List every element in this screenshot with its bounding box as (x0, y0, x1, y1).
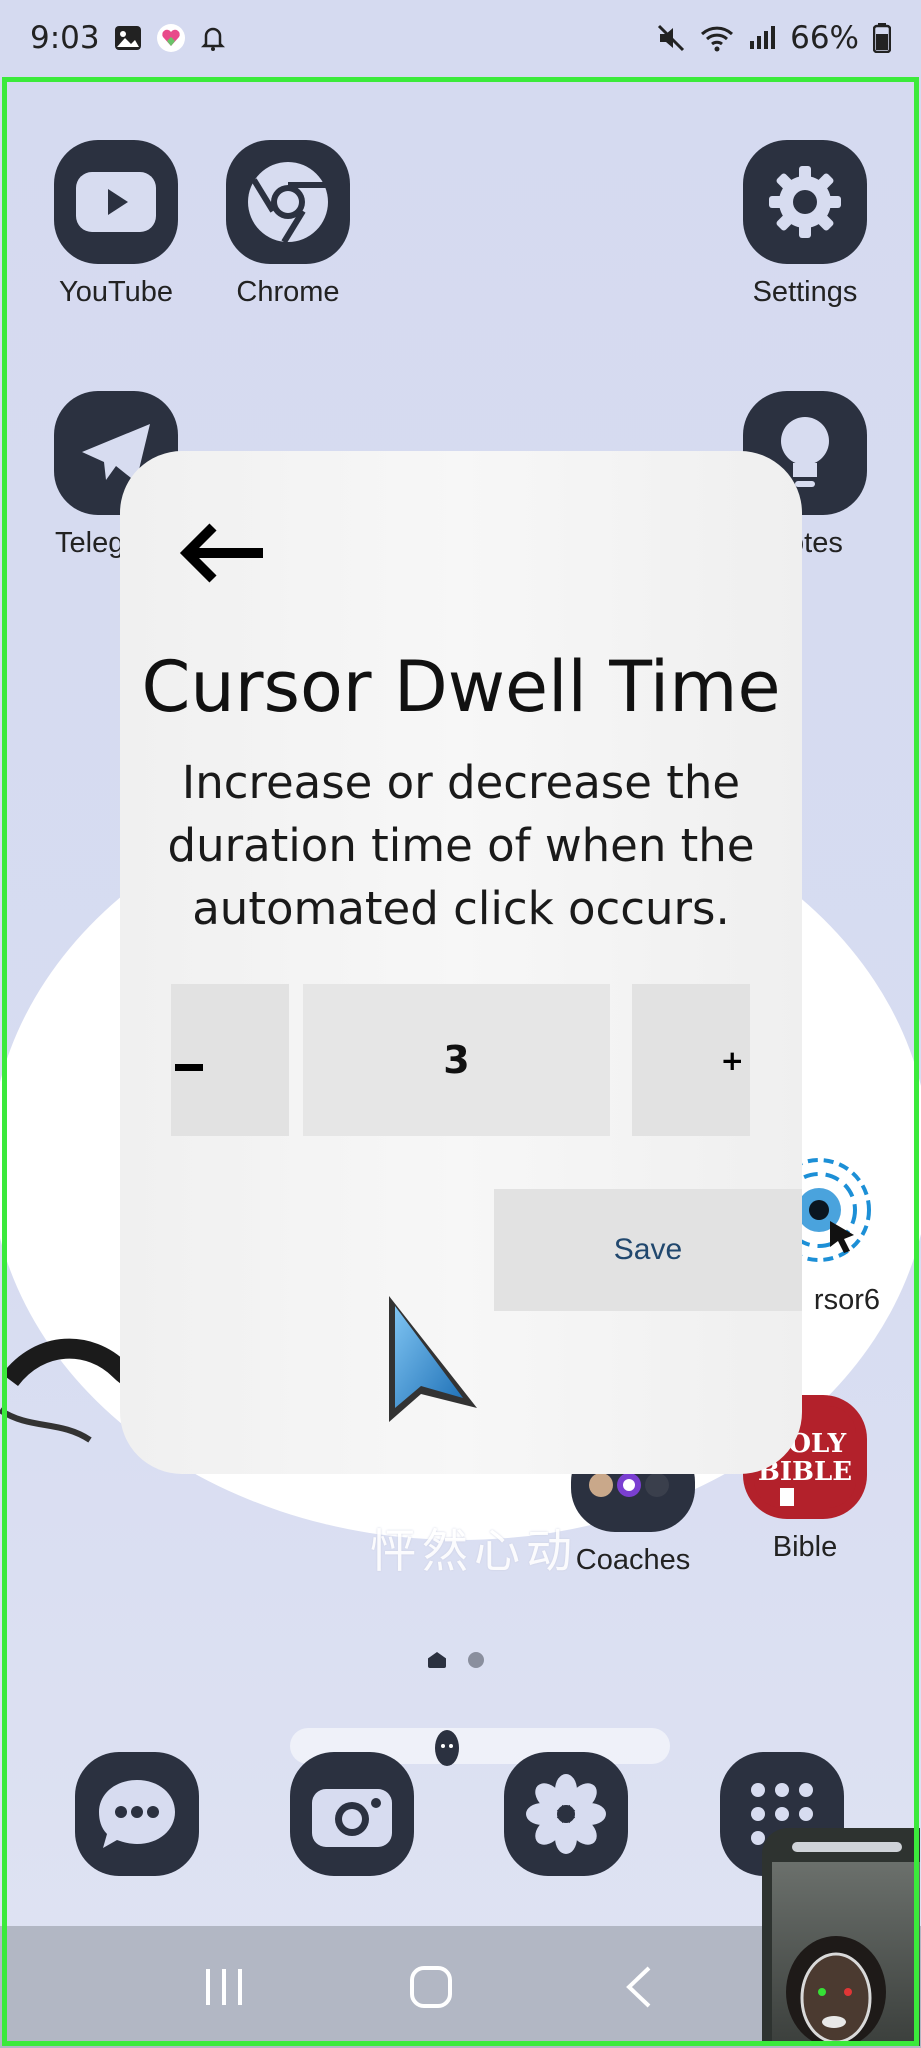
increase-button[interactable]: + (632, 984, 750, 1136)
dock-gallery[interactable] (481, 1752, 651, 1876)
chrome-icon (226, 140, 350, 264)
app-label: Coaches (575, 1544, 691, 1576)
dialog-title: Cursor Dwell Time (141, 646, 781, 728)
drop-icon (435, 1730, 459, 1766)
page-indicator[interactable] (428, 1652, 484, 1668)
back-button[interactable] (172, 513, 272, 593)
back-nav-icon (625, 1966, 650, 2008)
back-arrow-icon (179, 523, 263, 583)
app-label: Bible (772, 1531, 838, 1563)
cursor-pointer-icon (389, 1296, 477, 1422)
home-button[interactable] (391, 1947, 471, 2027)
battery-icon (873, 23, 891, 53)
dwell-time-value: 3 (303, 984, 610, 1136)
camera-drag-handle[interactable] (792, 1842, 902, 1852)
app-settings[interactable]: Settings (720, 140, 890, 309)
camera-icon (290, 1752, 414, 1876)
app-label: YouTube (59, 276, 173, 308)
app-youtube[interactable]: YouTube (31, 140, 201, 309)
back-nav-button[interactable] (598, 1947, 678, 2027)
home-page-dot (428, 1652, 446, 1668)
gear-icon (743, 140, 867, 264)
chat-heart-icon (156, 23, 186, 53)
app-label: Chrome (236, 276, 340, 308)
decrease-button[interactable] (171, 984, 289, 1136)
save-button[interactable]: Save (494, 1189, 802, 1311)
message-bubble-icon (75, 1752, 199, 1876)
status-time: 9:03 (30, 20, 100, 56)
recents-nav-icon (205, 1969, 242, 2005)
page-dot (468, 1652, 484, 1668)
gallery-icon (114, 25, 142, 51)
dock-messages[interactable] (52, 1752, 222, 1876)
recents-button[interactable] (184, 1947, 264, 2027)
status-bar: 9:03 66% (0, 0, 921, 76)
youtube-icon (54, 140, 178, 264)
camera-feed (772, 1862, 920, 2046)
app-chrome[interactable]: Chrome (203, 140, 373, 309)
plus-label: + (720, 1044, 744, 1077)
bell-icon (200, 24, 226, 52)
app-label: Settings (752, 276, 858, 308)
wifi-icon (700, 24, 734, 52)
home-nav-icon (409, 1966, 452, 2008)
signal-icon (748, 25, 776, 51)
flower-icon (504, 1752, 628, 1876)
minus-icon (175, 1064, 203, 1071)
dock-camera[interactable] (267, 1752, 437, 1876)
mute-icon (656, 23, 686, 53)
camera-preview[interactable] (762, 1828, 920, 2046)
dialog-description: Increase or decrease the duration time o… (167, 756, 755, 935)
battery-percent: 66% (790, 20, 859, 56)
